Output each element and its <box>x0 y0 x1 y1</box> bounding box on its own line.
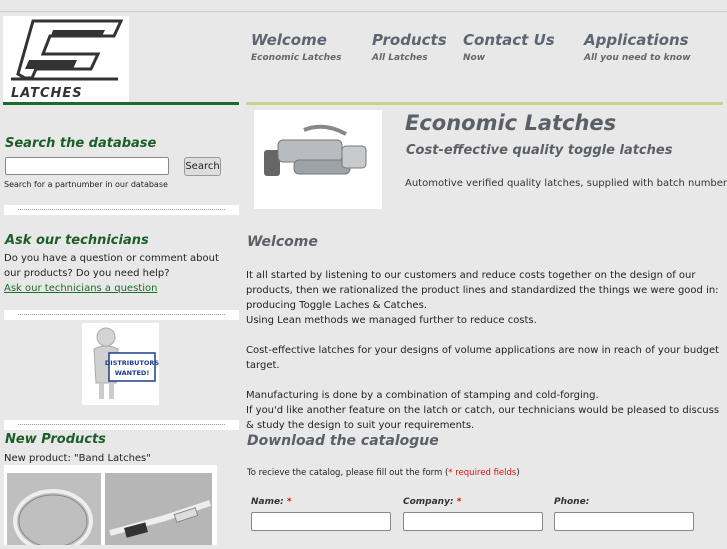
search-heading: Search the database <box>5 136 157 151</box>
nav-welcome[interactable]: Welcome Economic Latches <box>251 31 342 63</box>
nav-products[interactable]: Products All Latches <box>372 31 447 63</box>
ask-heading: Ask our technicians <box>5 233 149 248</box>
band-latch-image[interactable] <box>7 473 101 549</box>
band-latch-detail-icon <box>109 500 211 538</box>
nav-subtitle: Now <box>463 53 486 63</box>
page-title: Economic Latches <box>405 111 617 135</box>
welcome-text: It all started by listening to our custo… <box>246 268 724 433</box>
catalogue-note-text: To recieve the catalog, please fill out … <box>247 468 449 478</box>
welcome-paragraph: Cost-effective latches for your designs … <box>246 345 720 371</box>
company-field[interactable] <box>403 512 543 531</box>
company-label-text: Company: <box>403 497 454 507</box>
catalogue-note-end: ) <box>516 468 520 478</box>
band-ring-icon <box>13 489 93 549</box>
catalogue-note: To recieve the catalog, please fill out … <box>247 468 520 478</box>
nav-contact[interactable]: Contact Us Now <box>463 31 555 63</box>
welcome-paragraph: It all started by listening to our custo… <box>246 270 719 296</box>
nav-subtitle: All Latches <box>372 53 428 63</box>
site-logo[interactable]: LATCHES <box>3 16 129 103</box>
required-marker: * <box>456 497 462 507</box>
nav-title: Welcome <box>251 31 327 49</box>
top-divider <box>0 11 727 12</box>
nav-applications[interactable]: Applications All you need to know <box>584 31 691 63</box>
nav-subtitle: All you need to know <box>584 53 691 63</box>
phone-field[interactable] <box>554 512 694 531</box>
toggle-latch-icon <box>264 124 367 176</box>
distributors-line1: DISTRIBUTORS <box>105 359 159 367</box>
main-accent-bar <box>246 102 723 105</box>
search-input[interactable] <box>5 157 169 175</box>
toggle-latch-image <box>254 110 382 209</box>
welcome-paragraph: Using Lean methods we managed further to… <box>246 315 537 326</box>
search-hint: Search for a partnumber in our database <box>4 180 168 189</box>
phone-label-text: Phone: <box>554 497 590 507</box>
new-products-heading: New Products <box>5 432 106 447</box>
search-button[interactable]: Search <box>184 157 221 176</box>
required-fields-note: * required fields <box>448 468 517 478</box>
band-latch-detail-image[interactable] <box>105 473 212 545</box>
sidebar-separator <box>4 205 239 215</box>
page-description: Automotive verified quality latches, sup… <box>405 178 727 189</box>
sidebar-accent-bar <box>3 102 239 105</box>
page-subtitle: Cost-effective quality toggle latches <box>406 143 673 158</box>
distributors-banner[interactable]: DISTRIBUTORS WANTED! <box>82 323 159 405</box>
distributors-line2: WANTED! <box>115 369 150 377</box>
company-label: Company: * <box>403 497 461 507</box>
logo-wordmark: LATCHES <box>11 86 83 101</box>
nav-title: Products <box>372 31 447 49</box>
name-label: Name: * <box>251 497 292 507</box>
name-field[interactable] <box>251 512 391 531</box>
required-marker: * <box>286 497 292 507</box>
welcome-paragraph: producing Toggle Laches & Catches. <box>246 300 427 311</box>
nav-title: Applications <box>584 31 689 49</box>
ask-technicians-link[interactable]: Ask our technicians a question <box>4 281 157 296</box>
new-products-text: New product: "Band Latches" <box>4 453 151 464</box>
nav-title: Contact Us <box>463 31 555 49</box>
welcome-paragraph: Manufacturing is done by a combination o… <box>246 390 599 401</box>
person-with-sign-icon: DISTRIBUTORS WANTED! <box>93 327 159 399</box>
name-label-text: Name: <box>251 497 284 507</box>
sidebar-separator <box>4 310 239 320</box>
welcome-heading: Welcome <box>247 234 318 250</box>
welcome-paragraph: If you'd like another feature on the lat… <box>246 405 720 431</box>
ask-text: Do you have a question or comment about … <box>4 253 219 279</box>
phone-label: Phone: <box>554 497 589 507</box>
sidebar-separator <box>4 420 239 430</box>
catalogue-heading: Download the catalogue <box>247 433 439 449</box>
nav-subtitle: Economic Latches <box>251 53 342 63</box>
